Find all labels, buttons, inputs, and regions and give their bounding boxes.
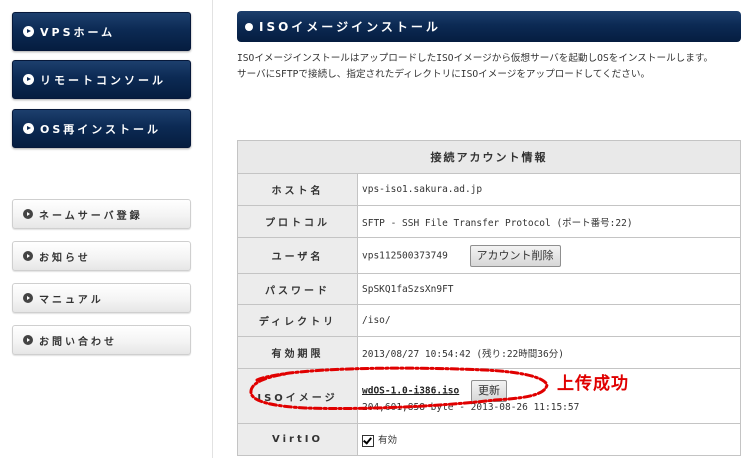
arrow-circle-icon [23, 74, 34, 85]
account-info-table: 接続アカウント情報 ホスト名 vps-iso1.sakura.ad.jp プロト… [237, 140, 741, 456]
protocol-value: SFTP - SSH File Transfer Protocol (ポート番号… [357, 205, 741, 238]
nav-label: VPSホーム [40, 25, 116, 39]
iso-file-info: 204,601,858 byte - 2013-08-26 11:15:57 [362, 401, 580, 413]
page-title: ISOイメージインストール [259, 20, 441, 34]
virtio-checkbox[interactable] [362, 434, 374, 447]
iso-file-link[interactable]: wdOS-1.0-i386.iso [362, 385, 459, 396]
iso-cell: wdOS-1.0-i386.iso 更新 204,601,858 byte - … [357, 368, 741, 424]
user-value: vps112500373749 [362, 250, 448, 261]
nav-label: OS再インストール [40, 122, 162, 136]
arrow-circle-icon [23, 293, 33, 303]
table-row: ホスト名 vps-iso1.sakura.ad.jp [237, 173, 741, 206]
nav-vps-home-button[interactable]: VPSホーム [12, 12, 191, 51]
contact-button[interactable]: お問い合わせ [12, 325, 191, 355]
arrow-circle-icon [23, 335, 33, 345]
arrow-circle-icon [23, 209, 33, 219]
host-label: ホスト名 [237, 173, 358, 206]
virtio-label: VirtIO [237, 423, 358, 456]
password-label: パスワード [237, 273, 358, 305]
page-title-bar: ISOイメージインストール [237, 11, 741, 42]
nav-label: リモートコンソール [40, 73, 166, 87]
nav-label: お知らせ [39, 252, 91, 264]
description-line: サーバにSFTPで接続し、指定されたディレクトリにISOイメージをアップロードし… [237, 69, 651, 80]
delete-account-button[interactable]: アカウント削除 [469, 244, 561, 267]
virtio-value: 有効 [378, 435, 398, 447]
nameserver-register-button[interactable]: ネームサーバ登録 [12, 199, 191, 229]
protocol-label: プロトコル [237, 205, 358, 238]
user-cell: vps112500373749 アカウント削除 [357, 237, 741, 274]
table-row: パスワード SpSKQ1faSzsXn9FT [237, 273, 741, 305]
directory-label: ディレクトリ [237, 304, 358, 337]
arrow-circle-icon [23, 251, 33, 261]
refresh-button[interactable]: 更新 [470, 379, 507, 402]
user-label: ユーザ名 [237, 237, 358, 274]
page-description: ISOイメージインストールはアップロードしたISOイメージから仮想サーバを起動し… [237, 51, 741, 83]
arrow-circle-icon [23, 123, 34, 134]
table-row: ISOイメージ wdOS-1.0-i386.iso 更新 204,601,858… [237, 368, 741, 424]
password-value: SpSKQ1faSzsXn9FT [357, 273, 741, 305]
sidebar: VPSホーム リモートコンソール OS再インストール ネームサーバ登録 お知らせ… [0, 0, 213, 458]
host-value: vps-iso1.sakura.ad.jp [357, 173, 741, 206]
nav-remote-console-button[interactable]: リモートコンソール [12, 60, 191, 99]
table-caption: 接続アカウント情報 [237, 140, 741, 174]
expiry-value: 2013/08/27 10:54:42 (残り:22時間36分) [357, 336, 741, 369]
nav-os-reinstall-button[interactable]: OS再インストール [12, 109, 191, 148]
annotation-label: 上传成功 [557, 374, 629, 394]
nav-label: マニュアル [39, 294, 104, 306]
table-row: ディレクトリ /iso/ [237, 304, 741, 337]
directory-value: /iso/ [357, 304, 741, 337]
table-row: ユーザ名 vps112500373749 アカウント削除 [237, 237, 741, 274]
description-line: ISOイメージインストールはアップロードしたISOイメージから仮想サーバを起動し… [237, 53, 714, 64]
expiry-label: 有効期限 [237, 336, 358, 369]
nav-label: お問い合わせ [39, 336, 117, 348]
manual-button[interactable]: マニュアル [12, 283, 191, 313]
nav-label: ネームサーバ登録 [39, 210, 143, 222]
iso-label: ISOイメージ [237, 368, 358, 424]
notices-button[interactable]: お知らせ [12, 241, 191, 271]
table-row: VirtIO 有効 [237, 423, 741, 456]
table-row: プロトコル SFTP - SSH File Transfer Protocol … [237, 205, 741, 238]
virtio-cell: 有効 [357, 423, 741, 456]
table-row: 有効期限 2013/08/27 10:54:42 (残り:22時間36分) [237, 336, 741, 369]
arrow-circle-icon [23, 26, 34, 37]
bullet-icon [245, 22, 253, 31]
